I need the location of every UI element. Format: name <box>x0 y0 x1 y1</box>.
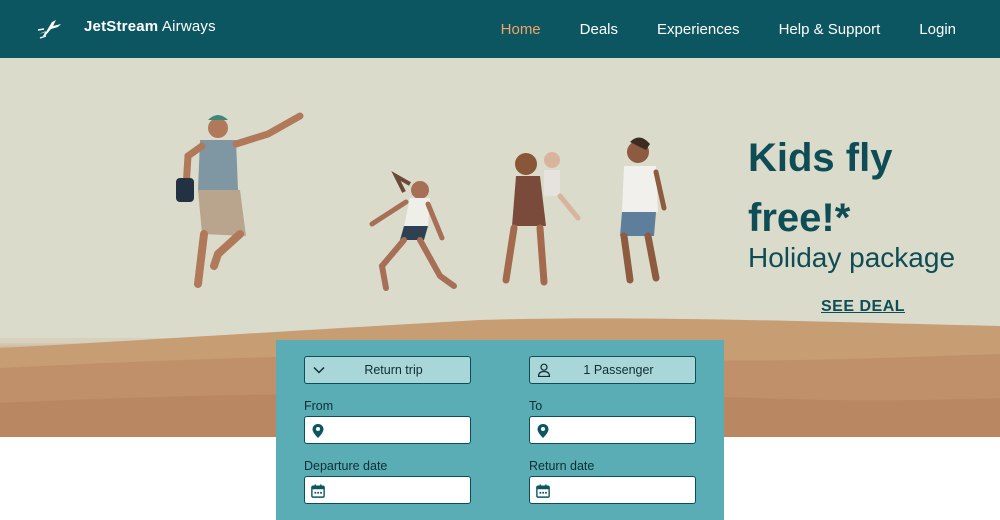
nav-help-support[interactable]: Help & Support <box>779 21 881 38</box>
departure-date-field[interactable] <box>304 476 471 504</box>
promo-title: Kids fly free!* <box>748 136 893 240</box>
nav-deals[interactable]: Deals <box>580 21 618 38</box>
flight-search-panel: Return trip 1 Passenger From To Departur… <box>276 340 724 520</box>
map-pin-icon <box>537 424 549 438</box>
to-label: To <box>529 399 543 413</box>
main-nav: Home Deals Experiences Help & Support Lo… <box>462 0 956 58</box>
see-deal-link[interactable]: SEE DEAL <box>821 298 905 316</box>
to-field[interactable] <box>529 416 696 444</box>
nav-home[interactable]: Home <box>501 21 541 38</box>
trip-type-select[interactable]: Return trip <box>304 356 471 384</box>
map-pin-icon <box>312 424 324 438</box>
from-label: From <box>304 399 334 413</box>
calendar-icon <box>536 484 550 498</box>
from-field[interactable] <box>304 416 471 444</box>
trip-type-value: Return trip <box>364 363 423 377</box>
passenger-value: 1 Passenger <box>583 363 654 377</box>
brand-name[interactable]: JetStream Airways <box>84 18 216 35</box>
nav-login[interactable]: Login <box>919 21 956 38</box>
departure-date-label: Departure date <box>304 459 388 473</box>
brand-name-rest: Airways <box>158 18 216 35</box>
passenger-select[interactable]: 1 Passenger <box>529 356 696 384</box>
promo-subtitle: Holiday package <box>748 242 956 273</box>
airplane-icon[interactable] <box>36 14 64 42</box>
calendar-icon <box>311 484 325 498</box>
return-date-label: Return date <box>529 459 595 473</box>
nav-experiences[interactable]: Experiences <box>657 21 740 38</box>
return-date-field[interactable] <box>529 476 696 504</box>
brand-name-bold: JetStream <box>84 18 159 35</box>
top-nav-bar: JetStream Airways Home Deals Experiences… <box>0 0 1000 58</box>
